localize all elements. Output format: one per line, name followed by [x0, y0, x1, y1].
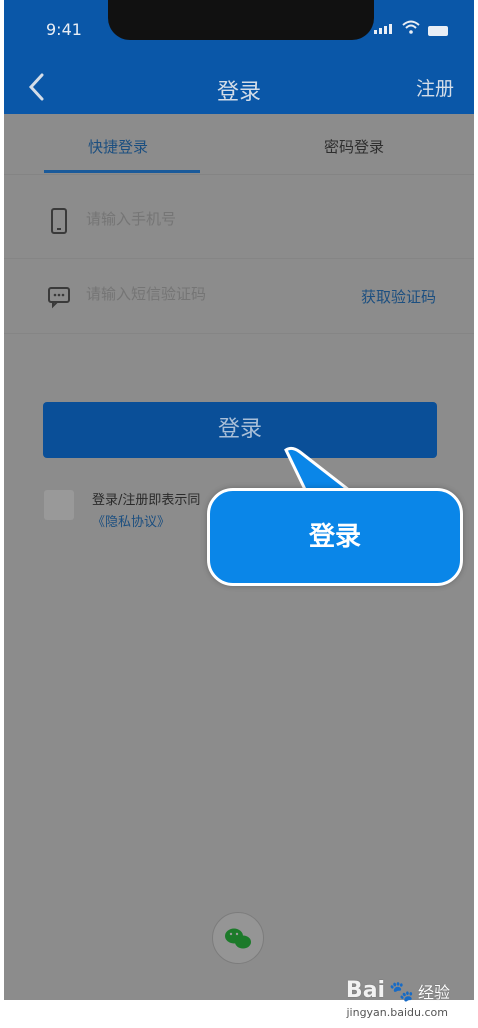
status-bar: 9:41	[4, 0, 474, 60]
signal-icon	[374, 24, 392, 34]
login-callout: 登录	[207, 488, 463, 586]
phone-input[interactable]	[86, 210, 316, 228]
notch	[108, 0, 374, 40]
wechat-login-button[interactable]	[212, 912, 264, 964]
nav-bar: 登录 注册	[4, 60, 474, 114]
watermark-suffix: 经验	[417, 982, 450, 1002]
active-tab-indicator	[44, 170, 200, 173]
watermark-site: jingyan.baidu.com	[346, 1006, 448, 1019]
wechat-icon	[225, 928, 251, 949]
code-row: 获取验证码	[4, 259, 474, 334]
get-code-button[interactable]: 获取验证码	[361, 286, 436, 307]
paw-icon: 🐾	[389, 978, 414, 1003]
watermark-logo: Bai	[345, 978, 386, 1003]
status-time: 9:41	[46, 20, 82, 39]
message-icon	[48, 287, 70, 309]
battery-icon	[428, 26, 448, 36]
agreement-checkbox[interactable]	[44, 490, 74, 520]
sms-code-input[interactable]	[86, 285, 316, 303]
page-title: 登录	[216, 80, 261, 105]
baidu-watermark: Bai 🐾 经验	[346, 978, 450, 1003]
phone-row	[4, 184, 474, 259]
agreement-label: 登录/注册即表示同	[92, 493, 201, 508]
tab-quick-login[interactable]: 快捷登录	[88, 136, 148, 157]
register-button[interactable]: 注册	[416, 74, 454, 101]
wifi-icon	[402, 20, 420, 34]
login-tabs: 快捷登录 密码登录	[4, 114, 474, 175]
phone-icon	[51, 208, 67, 234]
phone-frame: 9:41 登录 注册 快捷登录 密码登录 请输入手机号 请输入短信验证码 获取验…	[4, 0, 474, 1000]
tab-password-login[interactable]: 密码登录	[324, 136, 384, 157]
